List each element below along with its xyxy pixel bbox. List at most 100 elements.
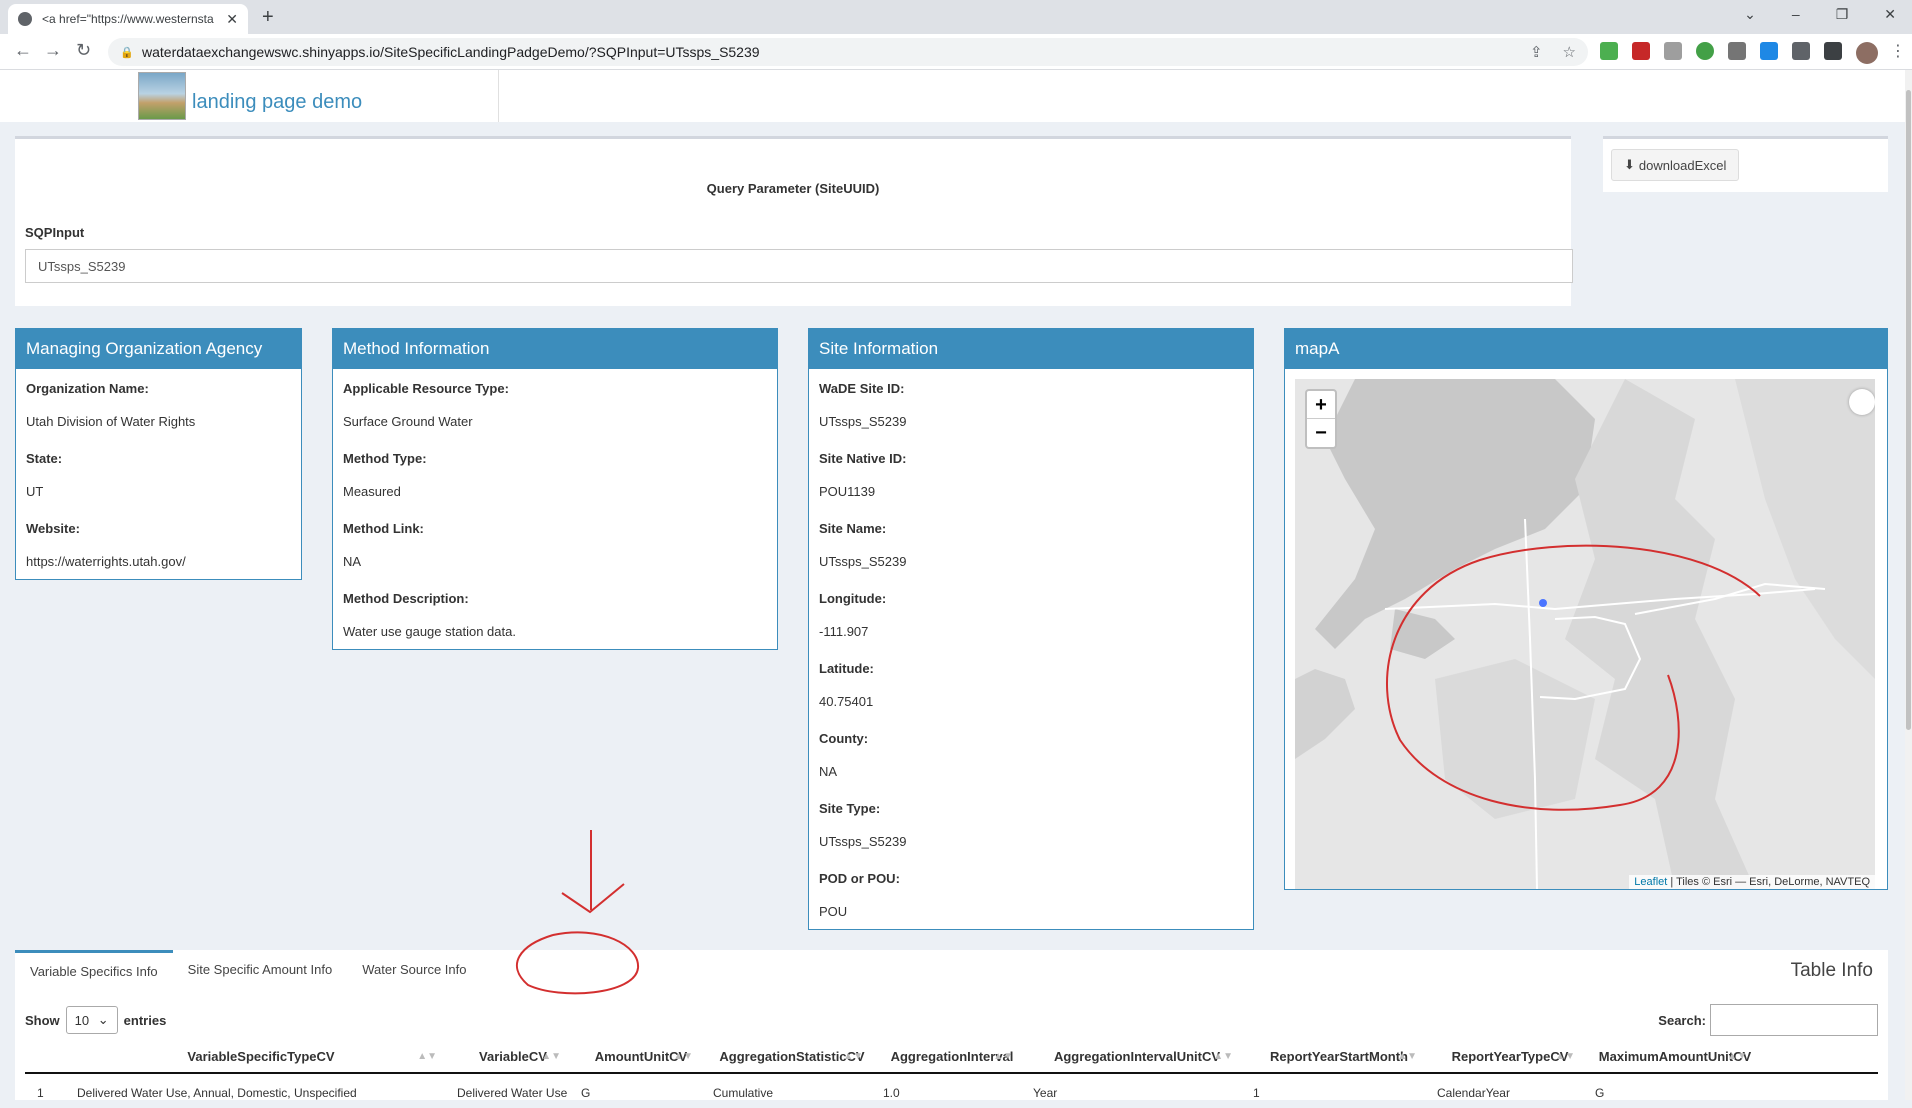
- leaflet-link[interactable]: Leaflet: [1634, 876, 1667, 888]
- close-tab-icon[interactable]: ✕: [226, 11, 238, 28]
- sort-icon[interactable]: ▲▼: [1555, 1040, 1575, 1074]
- forward-icon[interactable]: →: [44, 40, 62, 61]
- table-cell: 1.0: [883, 1086, 900, 1100]
- method-field-label: Applicable Resource Type:: [343, 381, 509, 396]
- scrollbar-thumb[interactable]: [1906, 90, 1911, 730]
- clickup-extension-icon[interactable]: [1849, 389, 1875, 415]
- lock-icon[interactable]: 🔒: [120, 46, 134, 59]
- column-header[interactable]: ReportYearTypeCV ▲▼: [1425, 1040, 1583, 1072]
- share-icon[interactable]: ⇪: [1530, 43, 1543, 61]
- column-header[interactable]: VariableSpecificTypeCV ▲▼: [65, 1040, 445, 1072]
- page-scrollbar[interactable]: [1905, 70, 1912, 1100]
- extension-icon[interactable]: [1696, 42, 1714, 60]
- entries-label: entries: [123, 1012, 167, 1028]
- extension-icon[interactable]: [1728, 42, 1746, 60]
- map-box: mapA + − Leaflet | Tiles © Esri — Esri, …: [1284, 328, 1888, 890]
- tab-box: Variable Specifics Info Site Specific Am…: [15, 950, 1888, 1100]
- column-header[interactable]: AggregationInterval ▲▼: [871, 1040, 1021, 1072]
- sort-icon[interactable]: ▲▼: [1213, 1040, 1233, 1074]
- column-header[interactable]: ReportYearStartMonth ▲▼: [1241, 1040, 1425, 1072]
- tab-variable-specifics[interactable]: Variable Specifics Info: [15, 950, 173, 990]
- site-field-label: Latitude:: [819, 661, 874, 676]
- window-controls: ⌄ – ❐ ✕: [1744, 6, 1896, 23]
- side-panel-icon[interactable]: [1824, 42, 1842, 60]
- search-input[interactable]: [1710, 1004, 1878, 1036]
- profile-avatar[interactable]: [1856, 42, 1878, 64]
- extension-icon[interactable]: [1664, 42, 1682, 60]
- new-tab-icon[interactable]: +: [262, 6, 274, 29]
- site-header: Site Information: [809, 329, 1253, 369]
- minimize-icon[interactable]: –: [1792, 6, 1800, 23]
- entries-select[interactable]: 10 ⌄: [65, 1006, 118, 1034]
- extensions-bar: [1600, 42, 1842, 60]
- download-icon: ⬇: [1624, 157, 1635, 172]
- sort-icon[interactable]: ▲▼: [993, 1040, 1013, 1074]
- sqp-input[interactable]: [25, 249, 1573, 283]
- tab-water-source[interactable]: Water Source Info: [347, 950, 481, 990]
- method-field-value: Surface Ground Water: [343, 414, 473, 429]
- zoom-extension-icon[interactable]: [1760, 42, 1778, 60]
- table-cell: Cumulative: [713, 1086, 774, 1100]
- site-field-label: Site Name:: [819, 521, 887, 536]
- column-header[interactable]: AggregationStatisticCV ▲▼: [701, 1040, 871, 1072]
- table-search: Search:: [1658, 1004, 1878, 1036]
- org-field-label: State:: [26, 451, 63, 466]
- address-bar[interactable]: 🔒 waterdataexchangewswc.shinyapps.io/Sit…: [108, 38, 1588, 66]
- map[interactable]: + − Leaflet | Tiles © Esri — Esri, DeLor…: [1295, 379, 1875, 889]
- bookmark-star-icon[interactable]: ☆: [1563, 43, 1576, 61]
- drive-extension-icon[interactable]: [1600, 42, 1618, 60]
- site-field-label: WaDE Site ID:: [819, 381, 905, 396]
- method-field-value: NA: [343, 554, 362, 569]
- org-field-label: Website:: [26, 521, 80, 536]
- zoom-control: + −: [1305, 389, 1337, 449]
- extension-icon[interactable]: [1632, 42, 1650, 60]
- tab-search-icon[interactable]: ⌄: [1744, 6, 1756, 23]
- sort-icon[interactable]: ▲▼: [843, 1040, 863, 1074]
- column-header[interactable]: MaximumAmountUnitCV ▲▼: [1583, 1040, 1755, 1072]
- browser-tab[interactable]: <a href="https://www.westernsta ✕: [8, 4, 248, 34]
- app-title: landing page demo: [192, 91, 363, 113]
- download-excel-button[interactable]: ⬇ downloadExcel: [1611, 149, 1740, 181]
- zoom-out-button[interactable]: −: [1307, 419, 1335, 447]
- back-icon[interactable]: ←: [14, 40, 32, 61]
- method-field-value: Water use gauge station data.: [343, 624, 516, 639]
- site-field-label: County:: [819, 731, 869, 746]
- org-field-value: UT: [26, 484, 44, 499]
- sort-icon[interactable]: ▲▼: [1727, 1040, 1747, 1074]
- menu-icon[interactable]: ⋮: [1890, 41, 1906, 61]
- site-field-value: UTssps_S5239: [819, 834, 907, 849]
- method-field-label: Method Type:: [343, 451, 427, 466]
- site-field-label: Longitude:: [819, 591, 887, 606]
- download-excel-label: downloadExcel: [1638, 157, 1727, 173]
- app-logo: [138, 72, 186, 120]
- table-cell: Delivered Water Use: [457, 1086, 568, 1100]
- method-header: Method Information: [333, 329, 777, 369]
- search-label: Search:: [1658, 1012, 1706, 1028]
- column-header[interactable]: AmountUnitCV ▲▼: [569, 1040, 701, 1072]
- close-window-icon[interactable]: ✕: [1884, 6, 1896, 23]
- entries-value: 10: [74, 1012, 90, 1028]
- column-header[interactable]: AggregationIntervalUnitCV ▲▼: [1021, 1040, 1241, 1072]
- site-field-label: POD or POU:: [819, 871, 900, 886]
- zoom-in-button[interactable]: +: [1307, 391, 1335, 419]
- query-title: Query Parameter (SiteUUID): [706, 181, 880, 196]
- sort-icon[interactable]: ▲▼: [541, 1040, 561, 1074]
- column-header[interactable]: VariableCV ▲▼: [445, 1040, 569, 1072]
- org-box: Managing Organization Agency Organizatio…: [15, 328, 302, 580]
- restore-icon[interactable]: ❐: [1836, 6, 1849, 23]
- puzzle-icon[interactable]: [1792, 42, 1810, 60]
- sort-icon[interactable]: ▲▼: [1397, 1040, 1417, 1074]
- sort-icon[interactable]: ▲▼: [417, 1040, 437, 1074]
- table-cell: Year: [1033, 1086, 1058, 1100]
- column-header-label: AggregationIntervalUnitCV: [1053, 1049, 1221, 1064]
- table-header: VariableSpecificTypeCV ▲▼ VariableCV ▲▼ Amou…: [25, 1040, 1878, 1074]
- globe-icon: [18, 12, 32, 26]
- reload-icon[interactable]: ↻: [76, 40, 91, 61]
- site-field-value: -111.907: [819, 624, 869, 639]
- sort-icon[interactable]: ▲▼: [673, 1040, 693, 1074]
- table-info-title: Table Info: [1790, 960, 1873, 981]
- org-field-value: https://waterrights.utah.gov/: [26, 554, 186, 569]
- download-box: ⬇ downloadExcel: [1603, 136, 1888, 192]
- method-field-label: Method Description:: [343, 591, 469, 606]
- tab-site-specific-amount[interactable]: Site Specific Amount Info: [173, 950, 348, 990]
